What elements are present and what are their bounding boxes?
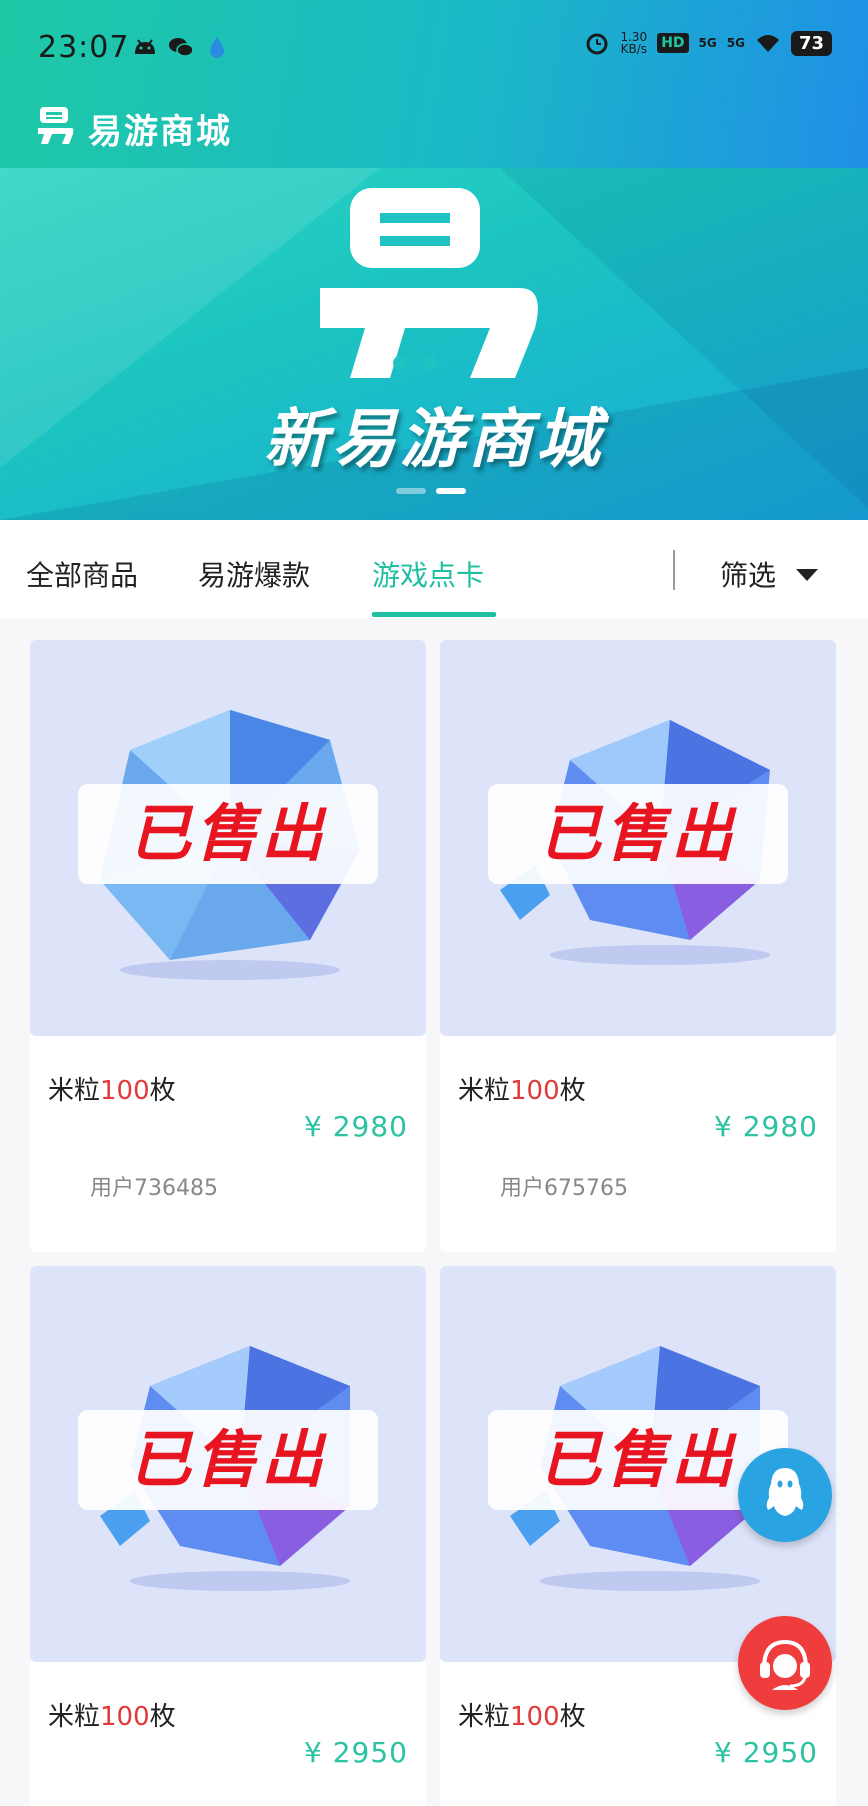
seller-id: 用户736485 — [90, 1176, 218, 1201]
status-time: 23:07 — [38, 30, 130, 65]
carousel-dot-active[interactable] — [436, 488, 466, 494]
product-price: ¥ 2980 — [714, 1110, 818, 1143]
android-icon — [135, 39, 155, 54]
status-app-icons — [132, 34, 230, 60]
banner-title: 新易游商城 — [264, 403, 604, 477]
active-tab-underline — [372, 612, 496, 617]
product-price: ¥ 2950 — [714, 1736, 818, 1769]
app-title: 易游商城 — [88, 112, 232, 152]
tab-hot-items[interactable]: 易游爆款 — [198, 554, 310, 594]
net-speed: 1.30 KB/s — [620, 30, 648, 56]
customer-service-headset-icon — [760, 1639, 810, 1690]
carousel-dot[interactable] — [396, 488, 426, 494]
status-bar: 23:07 1.30 KB/s HD 5G 5G 73 — [0, 0, 868, 96]
product-name: 米粒100枚 — [458, 1702, 586, 1732]
product-image: 已售出 — [30, 640, 426, 1036]
qq-penguin-icon — [766, 1468, 804, 1516]
battery-level: 73 — [790, 30, 832, 56]
product-card[interactable]: 已售出 米粒100枚 ¥ 2950 — [30, 1266, 426, 1806]
drop-icon — [210, 37, 224, 58]
status-right: 1.30 KB/s HD 5G 5G 73 — [584, 30, 832, 56]
customer-service-button[interactable] — [738, 1616, 832, 1710]
alarm-icon — [586, 33, 608, 55]
sold-out-badge: 已售出 — [78, 1410, 378, 1510]
sold-out-badge: 已售出 — [488, 784, 788, 884]
product-name: 米粒100枚 — [458, 1076, 586, 1106]
product-card[interactable]: 已售出 米粒100枚 ¥ 2980 用户736485 — [30, 640, 426, 1252]
tabs-divider — [673, 550, 675, 590]
sold-out-badge: 已售出 — [78, 784, 378, 884]
product-card[interactable]: 已售出 米粒100枚 ¥ 2980 用户675765 — [440, 640, 836, 1252]
qq-contact-button[interactable] — [738, 1448, 832, 1542]
tab-game-cards[interactable]: 游戏点卡 — [372, 554, 484, 594]
product-price: ¥ 2980 — [304, 1110, 408, 1143]
hd-badge: HD — [657, 33, 689, 53]
seller-id: 用户675765 — [500, 1176, 628, 1201]
wechat-icon — [169, 38, 194, 57]
wifi-icon — [756, 35, 779, 52]
app-bar: 易游商城 — [0, 96, 868, 170]
filter-button[interactable]: 筛选 — [720, 554, 776, 594]
banner-carousel[interactable]: 新易游商城 — [0, 168, 868, 520]
product-image: 已售出 — [30, 1266, 426, 1662]
signal-1: 5G — [698, 36, 717, 50]
category-tabs: 全部商品 易游爆款 游戏点卡 筛选 — [0, 520, 868, 618]
product-name: 米粒100枚 — [48, 1076, 176, 1106]
header: 23:07 1.30 KB/s HD 5G 5G 73 易游商城 — [0, 0, 868, 170]
chevron-down-icon[interactable] — [796, 569, 818, 581]
product-name: 米粒100枚 — [48, 1702, 176, 1732]
signal-2: 5G — [726, 36, 745, 50]
carousel-indicator — [396, 488, 466, 494]
tab-all-products[interactable]: 全部商品 — [26, 554, 138, 594]
app-logo-icon — [38, 107, 74, 144]
product-price: ¥ 2950 — [304, 1736, 408, 1769]
product-image: 已售出 — [440, 640, 836, 1036]
banner-logo-icon — [320, 188, 538, 378]
